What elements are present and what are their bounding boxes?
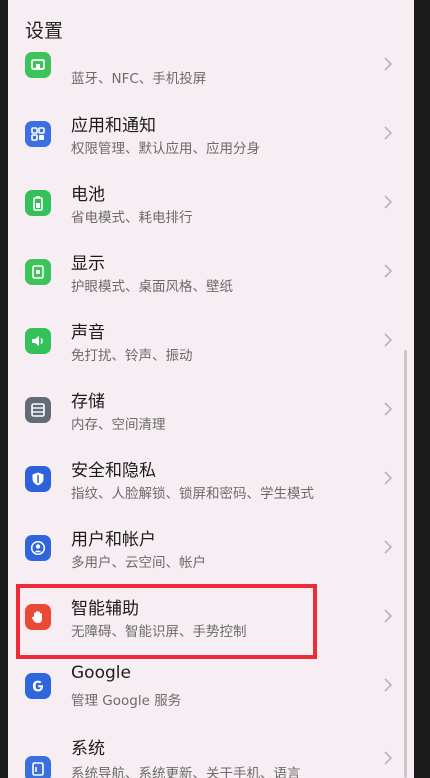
settings-item-subtitle: 内存、空间清理: [71, 417, 166, 433]
settings-item-subtitle: 系统导航、系统更新、关于手机、语言: [71, 766, 301, 778]
scrollbar[interactable]: [404, 350, 407, 778]
settings-item-title: 系统: [71, 739, 105, 759]
user-icon: [25, 535, 51, 561]
system-icon: [25, 756, 51, 778]
settings-item-subtitle: 免打扰、铃声、振动: [71, 348, 193, 364]
settings-item-title: 电池: [71, 185, 105, 205]
battery-icon: [25, 190, 51, 216]
chevron-right-icon: [384, 333, 393, 347]
chevron-right-icon: [384, 678, 393, 692]
settings-item-google[interactable]: Google 管理 Google 服务: [8, 651, 414, 720]
settings-item-users-accounts[interactable]: 用户和帐户 多用户、云空间、帐户: [8, 513, 414, 582]
google-icon: [25, 673, 51, 699]
header: 设置: [8, 0, 414, 52]
shield-icon: [25, 466, 51, 492]
highlight-box: [16, 584, 317, 659]
display-icon: [25, 259, 51, 285]
apps-icon: [25, 121, 51, 147]
settings-item-security-privacy[interactable]: 安全和隐私 指纹、人脸解锁、锁屏和密码、学生模式: [8, 444, 414, 513]
chevron-right-icon: [384, 609, 393, 623]
devices-icon: [25, 52, 51, 78]
chevron-right-icon: [384, 471, 393, 485]
chevron-right-icon: [384, 751, 393, 765]
chevron-right-icon: [384, 540, 393, 554]
settings-item-subtitle: 权限管理、默认应用、应用分身: [71, 141, 260, 157]
settings-item-apps-notifications[interactable]: 应用和通知 权限管理、默认应用、应用分身: [8, 99, 414, 168]
settings-item-title: 存储: [71, 392, 105, 412]
settings-item-title: 显示: [71, 254, 105, 274]
settings-item-title: 声音: [71, 323, 105, 343]
settings-item-subtitle: 蓝牙、NFC、手机投屏: [71, 71, 207, 87]
chevron-right-icon: [384, 195, 393, 209]
chevron-right-icon: [384, 57, 393, 71]
settings-item-title: Google: [71, 663, 131, 683]
settings-item-title: 安全和隐私: [71, 461, 156, 481]
settings-item-system[interactable]: 系统 系统导航、系统更新、关于手机、语言: [8, 720, 414, 778]
settings-item-subtitle: 多用户、云空间、帐户: [71, 555, 206, 571]
page-title: 设置: [25, 20, 64, 42]
settings-item-display[interactable]: 显示 护眼模式、桌面风格、壁纸: [8, 237, 414, 306]
settings-item-sound[interactable]: 声音 免打扰、铃声、振动: [8, 306, 414, 375]
settings-item-subtitle: 省电模式、耗电排行: [71, 210, 193, 226]
settings-screen: 蓝牙、NFC、手机投屏 应用和通知 权限管理、默认应用、应用分身 电池 省电模式…: [8, 0, 414, 778]
storage-icon: [25, 397, 51, 423]
sound-icon: [25, 328, 51, 354]
settings-item-subtitle: 护眼模式、桌面风格、壁纸: [71, 279, 233, 295]
settings-item-title: 用户和帐户: [71, 530, 156, 550]
settings-item-battery[interactable]: 电池 省电模式、耗电排行: [8, 168, 414, 237]
chevron-right-icon: [384, 402, 393, 416]
chevron-right-icon: [384, 126, 393, 140]
settings-item-title: 应用和通知: [71, 116, 156, 136]
settings-item-storage[interactable]: 存储 内存、空间清理: [8, 375, 414, 444]
settings-list[interactable]: 蓝牙、NFC、手机投屏 应用和通知 权限管理、默认应用、应用分身 电池 省电模式…: [8, 0, 414, 778]
settings-item-subtitle: 管理 Google 服务: [71, 693, 182, 709]
chevron-right-icon: [384, 264, 393, 278]
settings-item-subtitle: 指纹、人脸解锁、锁屏和密码、学生模式: [71, 486, 314, 502]
